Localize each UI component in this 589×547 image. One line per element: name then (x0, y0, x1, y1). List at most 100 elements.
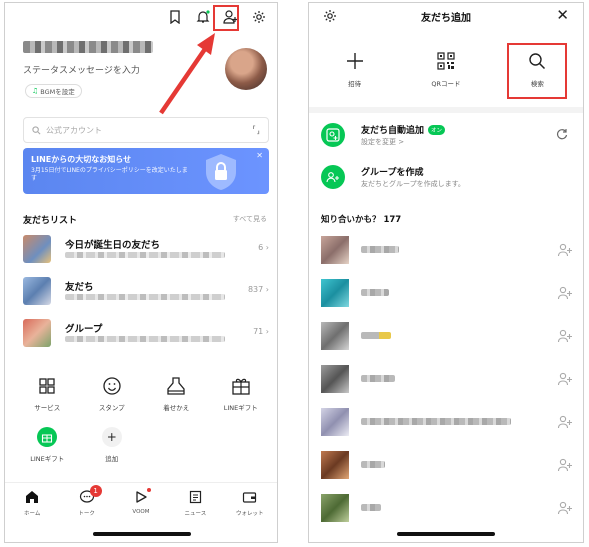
grid-label: スタンプ (98, 404, 125, 412)
tab-label: ホーム (24, 511, 41, 517)
suggestion-avatar (321, 451, 349, 479)
suggestion-row[interactable] (321, 322, 575, 352)
tab-wallet[interactable]: ウォレット (226, 489, 274, 517)
search-placeholder: 公式アカウント (46, 125, 102, 135)
grid-item-theme[interactable]: 着せかえ (144, 375, 209, 412)
grid-item-line-gift[interactable]: LINEギフト (15, 426, 80, 463)
add-friend-icon[interactable] (557, 371, 573, 387)
suggestion-row[interactable] (321, 408, 575, 438)
list-item-preview-blurred (65, 252, 225, 258)
list-thumb (23, 235, 51, 263)
tab-label: トーク (78, 511, 95, 517)
suggestion-name-blurred (361, 332, 391, 339)
auto-add-sub[interactable]: 設定を変更 > (361, 137, 404, 147)
auto-add-icon (321, 123, 345, 147)
settings-gear-icon[interactable] (251, 9, 267, 25)
suggestion-avatar (321, 236, 349, 264)
banner-close-icon[interactable]: ✕ (256, 151, 263, 160)
auto-add-row[interactable]: 友だち自動追加 オン 設定を変更 > (321, 121, 573, 151)
wallet-icon (241, 489, 259, 505)
suggestion-row[interactable] (321, 494, 575, 524)
suggestion-row[interactable] (321, 365, 575, 395)
suggestion-avatar (321, 365, 349, 393)
tab-label: ウォレット (235, 511, 264, 517)
close-icon[interactable]: ✕ (556, 6, 569, 24)
home-indicator (397, 532, 495, 536)
search-icon (32, 125, 41, 134)
create-group-row[interactable]: グループを作成 友だちとグループを作成します。 (321, 163, 573, 193)
list-item-friends[interactable]: 友だち 837 › (23, 277, 271, 307)
action-label: 招待 (348, 80, 362, 88)
grid-item-add[interactable]: + 追加 (80, 426, 145, 463)
suggestion-name-blurred (361, 504, 381, 511)
list-item-groups[interactable]: グループ 71 › (23, 319, 271, 349)
add-friend-highlight-box (213, 5, 239, 31)
profile-avatar[interactable] (225, 48, 267, 90)
add-friend-icon[interactable] (557, 242, 573, 258)
grid-label: サービス (34, 404, 61, 412)
list-item-preview-blurred (65, 294, 225, 300)
scan-icon[interactable]: ⸢⸥ (252, 125, 260, 136)
tab-home[interactable]: ホーム (8, 489, 56, 517)
page-title: 友だち追加 (421, 13, 471, 24)
list-thumb (23, 319, 51, 347)
list-item-preview-blurred (65, 336, 225, 342)
list-thumb (23, 277, 51, 305)
bgm-button[interactable]: ♫ BGMを設定 (25, 84, 82, 98)
header: 友だち追加 ✕ (309, 3, 583, 33)
list-item-name: 今日が誕生日の友だち (65, 240, 161, 251)
qr-code-button[interactable]: QRコード (416, 43, 476, 97)
home-screen: ステータスメッセージを入力 ♫ BGMを設定 公式アカウント ⸢⸥ LINEから… (4, 2, 278, 543)
grid-label: LINEギフト (223, 404, 258, 412)
sticker-icon (101, 375, 123, 397)
suggestion-row[interactable] (321, 236, 575, 266)
bgm-label: BGMを設定 (40, 88, 75, 96)
create-group-title: グループを作成 (361, 168, 424, 178)
action-label: QRコード (431, 80, 461, 88)
grid-label: LINEギフト (30, 455, 65, 463)
status-message[interactable]: ステータスメッセージを入力 (23, 63, 140, 76)
section-divider (309, 107, 583, 113)
suggestion-row[interactable] (321, 279, 575, 309)
bookmark-icon[interactable] (167, 9, 183, 25)
add-friend-icon[interactable] (557, 285, 573, 301)
refresh-icon[interactable] (555, 127, 569, 141)
services-icon (36, 375, 58, 397)
see-all-link[interactable]: すべて見る (233, 214, 267, 224)
grid-item-gift[interactable]: LINEギフト (209, 375, 274, 412)
shield-icon (206, 154, 236, 190)
red-arrow-icon (159, 33, 215, 115)
auto-add-title: 友だち自動追加 オン (361, 123, 446, 136)
add-friend-icon[interactable] (557, 414, 573, 430)
list-item-name: 友だち (65, 282, 94, 293)
new-dot (146, 488, 151, 492)
add-friend-icon[interactable] (557, 328, 573, 344)
grid-label: 追加 (105, 455, 119, 463)
add-friend-icon[interactable] (557, 500, 573, 516)
invite-plus-icon (346, 53, 363, 69)
invite-button[interactable]: 招待 (325, 43, 385, 97)
list-item-birthday[interactable]: 今日が誕生日の友だち 6 › (23, 235, 271, 265)
search-input[interactable]: 公式アカウント ⸢⸥ (23, 117, 269, 143)
grid-item-services[interactable]: サービス (15, 375, 80, 412)
notification-bell-icon[interactable] (195, 9, 211, 25)
home-indicator (93, 532, 191, 536)
notice-banner[interactable]: LINEからの大切なお知らせ 3月15日付でLINEのプライバシーポリシーを改定… (23, 148, 269, 194)
qr-code-icon (437, 52, 455, 70)
suggestion-name-blurred (361, 246, 399, 253)
grid-label: 着せかえ (163, 404, 190, 412)
suggestion-avatar (321, 322, 349, 350)
search-button[interactable]: 検索 (507, 43, 568, 99)
grid-item-stickers[interactable]: スタンプ (80, 375, 145, 412)
add-friend-icon[interactable] (557, 457, 573, 473)
suggestion-row[interactable] (321, 451, 575, 481)
tab-voom[interactable]: VOOM (117, 488, 165, 517)
theme-icon (165, 375, 187, 397)
suggestion-name-blurred (361, 289, 389, 296)
gift-green-icon (36, 426, 58, 448)
tab-talk[interactable]: 1 トーク (63, 485, 111, 517)
add-methods: 招待 QRコード 検索 (309, 43, 583, 99)
tab-news[interactable]: ニュース (171, 489, 219, 517)
news-icon (186, 489, 204, 505)
bottom-tab-bar: ホーム 1 トーク VOOM ニュース ウォレット (5, 482, 277, 542)
